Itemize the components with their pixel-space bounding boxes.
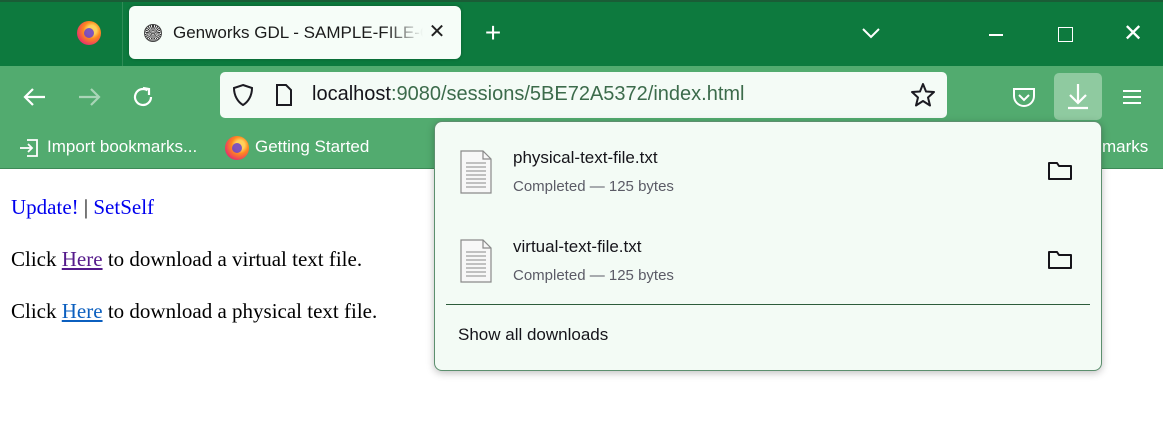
tab-separator [122,2,123,66]
import-icon [20,139,38,157]
text-file-icon [459,150,493,194]
import-bookmarks-label: Import bookmarks... [47,137,198,156]
download-filename: physical-text-file.txt [513,148,658,167]
virtual-here-link[interactable]: Here [62,247,103,271]
tab-strip: Genworks GDL - SAMPLE-FILE-OUTPUT ✕ + ✕ [0,0,1163,66]
url-path: :9080/sessions/5BE72A5372/index.html [390,83,745,105]
url-text[interactable]: localhost:9080/sessions/5BE72A5372/index… [312,83,745,106]
new-tab-button[interactable]: + [478,18,508,48]
getting-started-label: Getting Started [255,137,370,156]
downloads-panel: physical-text-file.txt Completed — 125 b… [434,121,1102,371]
tab-close-icon[interactable]: ✕ [425,20,449,44]
physical-download-line: Click Here to download a physical text f… [11,299,377,324]
physical-prefix: Click [11,299,62,323]
firefox-view-icon[interactable] [77,21,101,45]
hamburger-menu-icon[interactable] [1117,82,1147,112]
physical-here-link[interactable]: Here [62,299,103,323]
text-file-icon [459,239,493,283]
window-maximize-button[interactable] [1045,14,1085,54]
navigation-toolbar: localhost:9080/sessions/5BE72A5372/index… [0,66,1163,128]
virtual-download-line: Click Here to download a virtual text fi… [11,247,362,272]
other-bookmarks-item[interactable]: marks [1102,137,1148,157]
download-item[interactable]: physical-text-file.txt Completed — 125 b… [435,128,1101,216]
url-host: localhost [312,83,391,105]
active-tab[interactable]: Genworks GDL - SAMPLE-FILE-OUTPUT ✕ [129,6,461,59]
tab-title: Genworks GDL - SAMPLE-FILE-OUTPUT [173,23,423,42]
back-arrow-icon[interactable] [20,82,50,112]
reload-icon[interactable] [128,82,158,112]
tab-strip-border [0,0,1163,2]
download-filename: virtual-text-file.txt [513,237,642,256]
pocket-icon[interactable] [1009,82,1039,112]
downloads-button[interactable] [1054,73,1102,120]
firefox-logo-icon [225,136,249,160]
folder-icon[interactable] [1047,248,1073,272]
download-status: Completed — 125 bytes [513,267,674,284]
window-close-button[interactable]: ✕ [1113,14,1153,54]
setself-link[interactable]: SetSelf [93,195,154,219]
url-bar[interactable]: localhost:9080/sessions/5BE72A5372/index… [220,72,947,118]
forward-arrow-icon[interactable] [74,82,104,112]
page-icon[interactable] [274,84,294,106]
update-link[interactable]: Update! [11,195,79,219]
shield-icon[interactable] [231,83,255,107]
top-links: Update! | SetSelf [11,195,154,220]
gdl-favicon-icon [144,24,162,42]
physical-suffix: to download a physical text file. [102,299,378,323]
show-all-downloads-button[interactable]: Show all downloads [458,325,608,345]
virtual-suffix: to download a virtual text file. [102,247,363,271]
window-minimize-button[interactable] [976,14,1016,54]
download-icon [1068,84,1088,110]
panel-divider [446,304,1090,305]
bookmark-star-icon[interactable] [910,82,936,108]
virtual-prefix: Click [11,247,62,271]
tab-list-chevron-icon[interactable] [856,19,886,47]
download-status: Completed — 125 bytes [513,178,674,195]
link-separator: | [83,195,89,219]
folder-icon[interactable] [1047,159,1073,183]
download-item[interactable]: virtual-text-file.txt Completed — 125 by… [435,217,1101,305]
